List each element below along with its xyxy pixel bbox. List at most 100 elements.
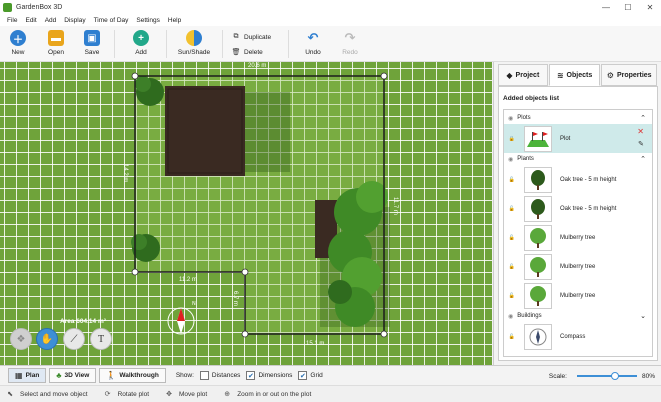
list-item-label: Compass xyxy=(560,333,586,340)
menu-edit[interactable]: Edit xyxy=(21,17,40,24)
status-bar: ⬉ Select and move object ⟳ Rotate plot ✥… xyxy=(0,385,661,402)
tab-3d-view[interactable]: ♣ 3D View xyxy=(49,368,97,383)
add-button[interactable]: + Add xyxy=(123,28,159,60)
scale-value: 80% xyxy=(641,372,655,380)
sun-shade-icon xyxy=(186,30,202,46)
oak-tree-thumbnail xyxy=(524,195,552,222)
mulberry-tree-thumbnail xyxy=(524,224,552,251)
scale-slider[interactable] xyxy=(576,372,637,380)
redo-button[interactable]: ↷ Redo xyxy=(332,28,368,60)
measure-tool-button[interactable]: ⟋ xyxy=(63,328,85,350)
layers-tool-button[interactable]: ❖ xyxy=(10,328,32,350)
scale-label: Scale: xyxy=(548,372,567,380)
dimension-top-label: 20.6 m xyxy=(248,63,267,69)
dimension-right-label: 11.7 m xyxy=(392,197,398,215)
new-file-icon: ＋ xyxy=(10,30,26,46)
chevron-down-icon[interactable]: ⌄ xyxy=(640,312,646,320)
maximize-button[interactable]: ☐ xyxy=(617,0,639,14)
status-move: ✥ Move plot xyxy=(166,390,208,399)
unlock-icon[interactable]: 🔓 xyxy=(506,293,518,299)
list-item-plant[interactable]: 🔓 Oak tree - 5 m height xyxy=(504,165,652,194)
close-button[interactable]: ✕ xyxy=(639,0,661,14)
list-item-plant[interactable]: 🔓 Mulberry tree xyxy=(504,281,652,310)
objects-panel: Added objects list ◉ Plots ⌃ 🔒 Plot ✕ ✎ xyxy=(498,86,658,361)
dimensions-checkbox[interactable]: ✔ xyxy=(246,371,256,380)
svg-text:N: N xyxy=(192,301,196,307)
group-plants[interactable]: ◉ Plants ⌃ xyxy=(504,153,652,165)
distances-label: Distances xyxy=(211,372,241,379)
view-bar: ▦ Plan ♣ 3D View 🚶 Walkthrough Show: Dis… xyxy=(0,365,661,385)
save-disk-icon: ▣ xyxy=(84,30,100,46)
gear-icon: ⚙ xyxy=(606,70,614,80)
tab-properties[interactable]: ⚙ Properties xyxy=(601,64,657,86)
tab-objects[interactable]: ≋ Objects xyxy=(548,64,601,86)
eye-icon[interactable]: ◉ xyxy=(508,115,513,122)
zoom-icon: ⊕ xyxy=(224,391,231,398)
unlock-icon[interactable]: 🔓 xyxy=(506,177,518,183)
chevron-up-icon[interactable]: ⌃ xyxy=(640,114,646,122)
house-roof[interactable] xyxy=(165,86,245,176)
move-icon: ✥ xyxy=(166,391,172,398)
tab-project[interactable]: ◆ Project xyxy=(498,64,548,86)
duplicate-button[interactable]: ⧉ Duplicate xyxy=(232,31,272,43)
eye-icon[interactable]: ◉ xyxy=(508,156,513,163)
toolbar-divider xyxy=(222,30,223,58)
walking-person-icon: 🚶 xyxy=(106,371,117,380)
unlock-icon[interactable]: 🔓 xyxy=(506,334,518,340)
window-title: GardenBox 3D xyxy=(16,3,63,11)
cursor-icon: ⬉ xyxy=(7,391,13,398)
compass-thumbnail xyxy=(524,323,552,350)
unlock-icon[interactable]: 🔓 xyxy=(506,264,518,270)
undo-button[interactable]: ↶ Undo xyxy=(295,28,331,60)
menu-file[interactable]: File xyxy=(3,17,21,24)
app-logo-icon xyxy=(3,2,12,12)
list-item-label: Mulberry tree xyxy=(560,234,596,241)
lock-icon[interactable]: 🔒 xyxy=(509,136,515,142)
delete-button[interactable]: 🗑 Delete xyxy=(232,46,263,58)
unlock-icon[interactable]: 🔓 xyxy=(506,206,518,212)
mulberry-tree-thumbnail xyxy=(524,282,552,309)
dimension-bottom-label: 15.1 m xyxy=(306,341,325,347)
layers-icon: ≋ xyxy=(556,70,564,80)
list-item-label: Oak tree - 5 m height xyxy=(560,205,617,212)
list-item-plant[interactable]: 🔓 Mulberry tree xyxy=(504,223,652,252)
eye-icon[interactable]: ◉ xyxy=(508,313,513,320)
grid-checkbox[interactable]: ✔ xyxy=(298,371,308,380)
tab-walkthrough[interactable]: 🚶 Walkthrough xyxy=(99,368,166,383)
menu-settings[interactable]: Settings xyxy=(132,17,164,24)
ruler-icon: ⟋ xyxy=(70,333,78,345)
unlock-icon[interactable]: 🔓 xyxy=(506,235,518,241)
chevron-up-icon[interactable]: ⌃ xyxy=(640,155,646,163)
status-zoom: ⊕ Zoom in or out on the plot xyxy=(224,390,312,399)
menu-time-of-day[interactable]: Time of Day xyxy=(90,17,133,24)
list-item-plant[interactable]: 🔓 Oak tree - 5 m height xyxy=(504,194,652,223)
plan-canvas[interactable]: N 20.6 m 14.2 m 11.7 m 11.2 m 6.7 m 15.1… xyxy=(0,62,492,365)
title-bar: GardenBox 3D — ☐ ✕ xyxy=(0,0,661,14)
list-item-plot[interactable]: 🔒 Plot ✕ ✎ xyxy=(504,124,652,153)
open-button[interactable]: ▬ Open xyxy=(38,28,74,60)
list-item-building[interactable]: 🔓 Compass xyxy=(504,322,652,351)
oak-tree-thumbnail xyxy=(524,166,552,193)
project-icon: ◆ xyxy=(506,70,513,80)
save-button[interactable]: ▣ Save xyxy=(74,28,110,60)
tab-plan[interactable]: ▦ Plan xyxy=(8,368,47,383)
menu-help[interactable]: Help xyxy=(164,17,185,24)
sun-shade-button[interactable]: Sun/Shade xyxy=(176,28,212,60)
minimize-button[interactable]: — xyxy=(595,0,617,14)
menu-display[interactable]: Display xyxy=(60,17,89,24)
group-buildings[interactable]: ◉ Buildings ⌄ xyxy=(504,310,652,322)
list-item-plant[interactable]: 🔓 Mulberry tree xyxy=(504,252,652,281)
objects-list[interactable]: ◉ Plots ⌃ 🔒 Plot ✕ ✎ ◉ Plants ⌃ 🔓 Oak tr… xyxy=(503,109,653,357)
new-button[interactable]: ＋ New xyxy=(0,28,36,60)
compass-object[interactable]: N xyxy=(167,301,196,335)
area-label: Area 604.14 m² xyxy=(60,318,106,325)
distances-checkbox[interactable] xyxy=(199,371,209,380)
group-plots[interactable]: ◉ Plots ⌃ xyxy=(504,112,652,124)
text-tool-button[interactable]: T xyxy=(90,328,112,350)
dimension-inner-label: 6.7 m xyxy=(232,291,238,307)
delete-x-icon[interactable]: ✕ xyxy=(637,127,644,136)
pan-tool-button[interactable]: ✋ xyxy=(36,328,58,350)
menu-add[interactable]: Add xyxy=(41,17,61,24)
scale-slider-handle[interactable] xyxy=(610,372,619,380)
pencil-icon[interactable]: ✎ xyxy=(638,140,644,148)
